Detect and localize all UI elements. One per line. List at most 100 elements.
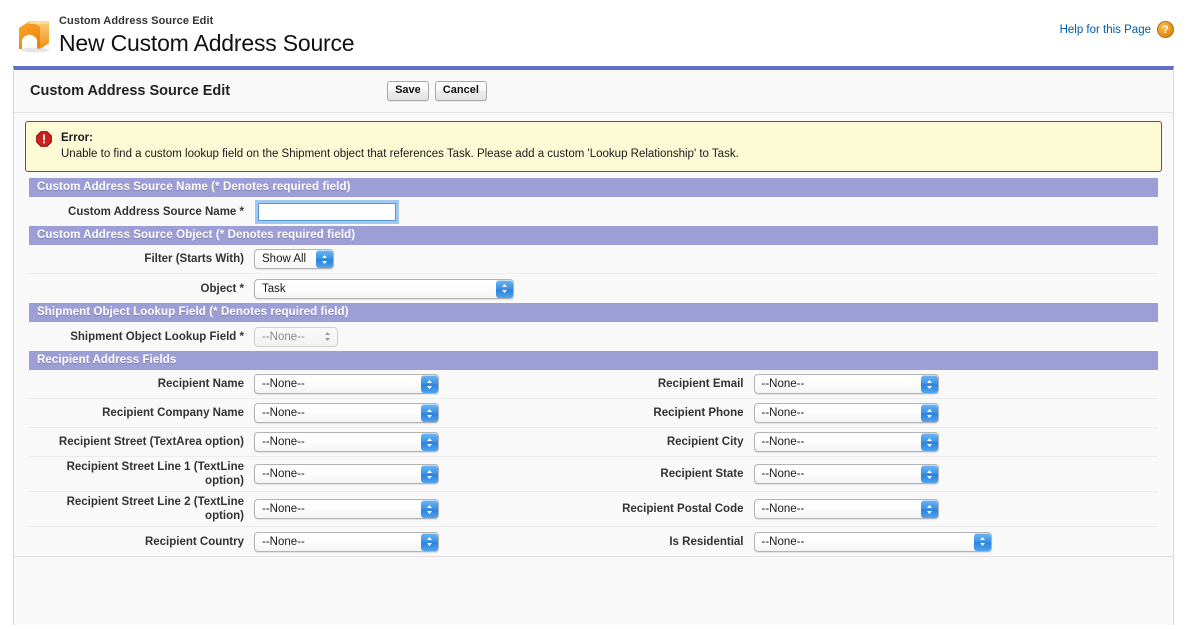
section-header-lookup: Shipment Object Lookup Field (* Denotes … <box>29 303 1158 322</box>
label-right-0: Recipient Email <box>657 378 744 390</box>
field-wrap-left-4: --None-- <box>254 499 439 519</box>
right-select-2[interactable]: --None-- <box>753 432 939 452</box>
label-left-2: Recipient Street (TextArea option) <box>58 436 244 448</box>
field-left-2: Recipient Street (TextArea option) --None… <box>29 432 594 452</box>
label-right-4: Recipient Postal Code <box>622 503 744 515</box>
source-name-input[interactable] <box>255 199 399 224</box>
stepper-chevrons-icon[interactable] <box>496 279 513 298</box>
label-filter: Filter (Starts With) <box>144 253 244 265</box>
stepper-chevrons-icon[interactable] <box>920 375 938 393</box>
stepper-chevrons-icon[interactable] <box>421 532 438 551</box>
field-right-0: Recipient Email --None-- <box>594 374 1159 394</box>
field-left-4: Recipient Street Line 2 (TextLine option… <box>29 495 594 523</box>
stepper-chevrons-icon[interactable] <box>421 375 438 393</box>
label-right-1: Recipient Phone <box>653 407 744 419</box>
error-box: Error: Unable to find a custom lookup fi… <box>25 121 1162 172</box>
right-select-0[interactable]: --None-- <box>753 374 939 394</box>
panel-bottom-divider <box>14 556 1173 562</box>
field-wrap-left-2: --None-- <box>254 432 439 452</box>
left-select-value-5: --None-- <box>262 535 305 548</box>
table-row: Recipient Country --None-- Is Residential -… <box>29 527 1158 556</box>
field-wrap-right-5: --None-- <box>753 531 992 552</box>
stepper-chevrons-icon[interactable] <box>920 500 938 518</box>
right-select-value-1: --None-- <box>761 407 805 419</box>
stepper-chevrons-icon[interactable] <box>920 433 938 451</box>
left-select-5[interactable]: --None-- <box>254 531 439 552</box>
stepper-chevrons-icon[interactable] <box>421 404 438 422</box>
label-left-1: Recipient Company Name <box>102 407 244 419</box>
error-octagon-icon <box>36 131 52 147</box>
error-message: Unable to find a custom lookup field on … <box>61 148 739 160</box>
page-header: Custom Address Source Edit New Custom Ad… <box>0 0 1187 66</box>
left-select-2[interactable]: --None-- <box>254 432 439 452</box>
field-wrap-lookup: --None-- <box>254 326 338 347</box>
left-select-4[interactable]: --None-- <box>254 499 439 519</box>
cancel-button[interactable]: Cancel <box>434 81 487 101</box>
right-select-5[interactable]: --None-- <box>753 531 992 552</box>
stepper-chevrons-icon[interactable] <box>421 465 438 483</box>
stepper-chevrons-icon[interactable] <box>973 532 991 551</box>
field-wrap-left-3: --None-- <box>254 464 439 484</box>
section-body-recipient: Recipient Name --None-- Recipient Email --N… <box>29 370 1158 556</box>
form-row-object: Object * Task <box>29 274 1158 303</box>
right-select-3[interactable]: --None-- <box>753 464 939 484</box>
field-source-name: Custom Address Source Name * <box>29 198 594 226</box>
field-left-1: Recipient Company Name --None-- <box>29 403 594 423</box>
left-select-3[interactable]: --None-- <box>254 464 439 484</box>
section-body-lookup: Shipment Object Lookup Field * --None-- <box>29 322 1158 351</box>
right-select-4[interactable]: --None-- <box>753 499 939 519</box>
page-title: New Custom Address Source <box>59 30 355 56</box>
filter-select[interactable]: Show All <box>254 249 334 269</box>
section-header-name: Custom Address Source Name (* Denotes re… <box>29 178 1158 197</box>
section-header-recipient: Recipient Address Fields <box>29 351 1158 370</box>
page-block-title: Custom Address Source Edit <box>30 83 231 99</box>
error-text: Error: Unable to find a custom lookup fi… <box>61 130 739 162</box>
label-left-5: Recipient Country <box>144 535 244 548</box>
stepper-chevrons-icon[interactable] <box>421 500 438 518</box>
field-wrap-object: Task <box>254 278 514 299</box>
right-select-value-4: --None-- <box>761 503 805 515</box>
label-object: Object * <box>200 282 244 295</box>
left-select-0[interactable]: --None-- <box>254 374 439 394</box>
label-right-3: Recipient State <box>660 468 744 480</box>
left-select-value-3: --None-- <box>262 468 305 480</box>
label-left-4: Recipient Street Line 2 (TextLine option… <box>66 496 244 522</box>
field-left-0: Recipient Name --None-- <box>29 374 594 394</box>
field-wrap-source-name <box>254 198 399 226</box>
help-link[interactable]: Help for this Page <box>1060 24 1151 36</box>
right-select-1[interactable]: --None-- <box>753 403 939 423</box>
table-row: Recipient Street Line 2 (TextLine option… <box>29 492 1158 527</box>
error-container: Error: Unable to find a custom lookup fi… <box>14 113 1173 178</box>
field-wrap-filter: Show All <box>254 249 334 269</box>
stepper-chevrons-icon[interactable] <box>316 250 333 268</box>
field-wrap-left-1: --None-- <box>254 403 439 423</box>
right-select-value-5: --None-- <box>761 535 805 548</box>
stepper-chevrons-icon[interactable] <box>421 433 438 451</box>
field-right-3: Recipient State --None-- <box>594 464 1159 484</box>
right-select-value-0: --None-- <box>761 378 805 390</box>
save-button[interactable]: Save <box>387 81 429 101</box>
field-right-1: Recipient Phone --None-- <box>594 403 1159 423</box>
left-select-1[interactable]: --None-- <box>254 403 439 423</box>
field-right-5: Is Residential --None-- <box>594 531 1159 552</box>
field-left-5: Recipient Country --None-- <box>29 531 594 552</box>
label-lookup: Shipment Object Lookup Field * <box>70 330 244 343</box>
left-select-value-1: --None-- <box>262 407 305 419</box>
field-wrap-right-1: --None-- <box>753 403 939 423</box>
field-wrap-right-0: --None-- <box>753 374 939 394</box>
object-select[interactable]: Task <box>254 278 514 299</box>
field-wrap-left-0: --None-- <box>254 374 439 394</box>
table-row: Recipient Street Line 1 (TextLine option… <box>29 457 1158 492</box>
question-mark-icon[interactable]: ? <box>1157 21 1174 38</box>
help-for-this-page[interactable]: Help for this Page ? <box>1060 21 1174 38</box>
label-left-0: Recipient Name <box>157 378 244 390</box>
stepper-chevrons-icon[interactable] <box>920 404 938 422</box>
label-right-5: Is Residential <box>669 535 744 548</box>
field-lookup: Shipment Object Lookup Field * --None-- <box>29 326 594 347</box>
stepper-chevrons-icon[interactable] <box>920 465 938 483</box>
table-row: Recipient Name --None-- Recipient Email --N… <box>29 370 1158 399</box>
label-source-name: Custom Address Source Name * <box>68 205 244 218</box>
field-left-3: Recipient Street Line 1 (TextLine option… <box>29 460 594 488</box>
stepper-chevrons-icon <box>319 329 336 345</box>
right-select-value-3: --None-- <box>761 468 805 480</box>
